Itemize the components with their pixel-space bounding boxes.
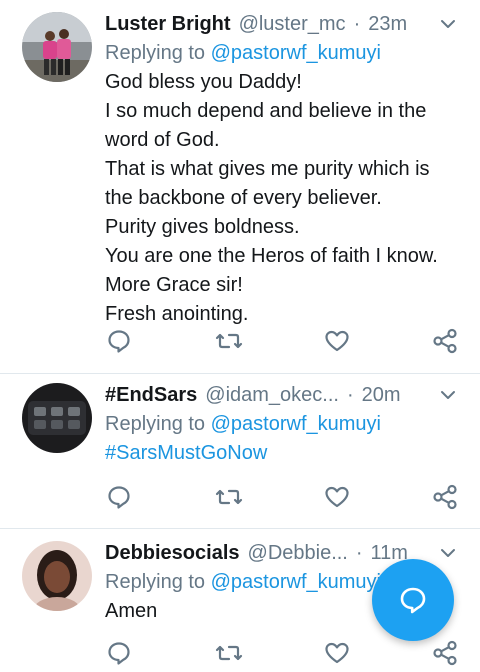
share-icon [433, 484, 457, 510]
tweet-2[interactable]: #EndSars @idam_okec... · 20m Replying to… [0, 374, 480, 529]
retweet-button[interactable] [215, 639, 243, 667]
retweet-button[interactable] [215, 483, 243, 511]
chevron-down-icon[interactable] [438, 543, 458, 563]
hashtag-link[interactable]: #SarsMustGoNow [105, 439, 466, 468]
reply-icon [108, 642, 130, 665]
heart-icon [325, 330, 349, 352]
share-button[interactable] [431, 639, 459, 667]
separator-dot: · [353, 12, 361, 35]
chevron-down-icon[interactable] [438, 385, 458, 405]
share-icon [433, 328, 457, 354]
reply-button[interactable] [105, 327, 133, 355]
like-button[interactable] [323, 327, 351, 355]
reply-icon [108, 486, 130, 509]
reply-icon [108, 330, 130, 353]
avatar-debbiesocials[interactable] [22, 541, 92, 611]
avatar-endsars[interactable] [22, 383, 92, 453]
author-name[interactable]: #EndSars [105, 384, 197, 407]
replying-to-label: Replying to [105, 571, 206, 593]
tweet-time[interactable]: 20m [362, 384, 401, 407]
tweet-text: God bless you Daddy! I so much depend an… [105, 68, 466, 329]
share-icon [433, 640, 457, 666]
tweet-text-line: word of God. [105, 129, 220, 151]
tweet-text-line: I so much depend and believe in the [105, 100, 427, 122]
tweet-header: Luster Bright @luster_mc · 23m [105, 12, 466, 36]
share-button[interactable] [431, 483, 459, 511]
share-button[interactable] [431, 327, 459, 355]
retweet-icon [215, 333, 243, 349]
tweet-text: #SarsMustGoNow [105, 439, 466, 468]
heart-icon [325, 486, 349, 508]
like-button[interactable] [323, 639, 351, 667]
author-name[interactable]: Luster Bright [105, 13, 231, 36]
like-button[interactable] [323, 483, 351, 511]
tweet-header: #EndSars @idam_okec... · 20m [105, 383, 466, 407]
tweet-text-line: God bless you Daddy! [105, 71, 302, 93]
replying-to: Replying to @pastorwf_kumuyi [105, 42, 466, 65]
tweet-text-line: Purity gives boldness. [105, 216, 300, 238]
author-handle[interactable]: @idam_okec... [205, 384, 339, 407]
mention-link[interactable]: @pastorwf_kumuyi [211, 42, 381, 64]
retweet-icon [215, 489, 243, 505]
tweet-text-line: You are one the Heros of faith I know. [105, 245, 438, 267]
mention-link[interactable]: @pastorwf_kumuyi [211, 571, 381, 593]
tweet-text-line: That is what gives me purity which is [105, 158, 430, 180]
compose-reply-icon [400, 587, 426, 614]
author-handle[interactable]: @luster_mc [239, 13, 346, 36]
reply-button[interactable] [105, 483, 133, 511]
retweet-icon [215, 645, 243, 661]
separator-dot: · [355, 541, 363, 564]
chevron-down-icon[interactable] [438, 14, 458, 34]
mention-link[interactable]: @pastorwf_kumuyi [211, 413, 381, 435]
author-handle[interactable]: @Debbie... [248, 542, 348, 565]
heart-icon [325, 642, 349, 664]
retweet-button[interactable] [215, 327, 243, 355]
tweet-text-line: Fresh anointing. [105, 303, 249, 325]
tweet-actions [105, 327, 460, 355]
tweet-time[interactable]: 23m [368, 13, 407, 36]
author-name[interactable]: Debbiesocials [105, 542, 240, 565]
reply-button[interactable] [105, 639, 133, 667]
avatar-luster-bright[interactable] [22, 12, 92, 82]
tweet-text-line: More Grace sir! [105, 274, 243, 296]
separator-dot: · [346, 383, 354, 406]
replying-to-label: Replying to [105, 42, 206, 64]
replying-to-label: Replying to [105, 413, 206, 435]
tweet-1[interactable]: Luster Bright @luster_mc · 23m Replying … [0, 0, 480, 374]
tweet-actions [105, 483, 460, 511]
compose-reply-button[interactable] [372, 559, 454, 641]
tweet-text-line: the backbone of every believer. [105, 187, 382, 209]
tweet-actions [105, 639, 460, 667]
replying-to: Replying to @pastorwf_kumuyi [105, 413, 466, 436]
